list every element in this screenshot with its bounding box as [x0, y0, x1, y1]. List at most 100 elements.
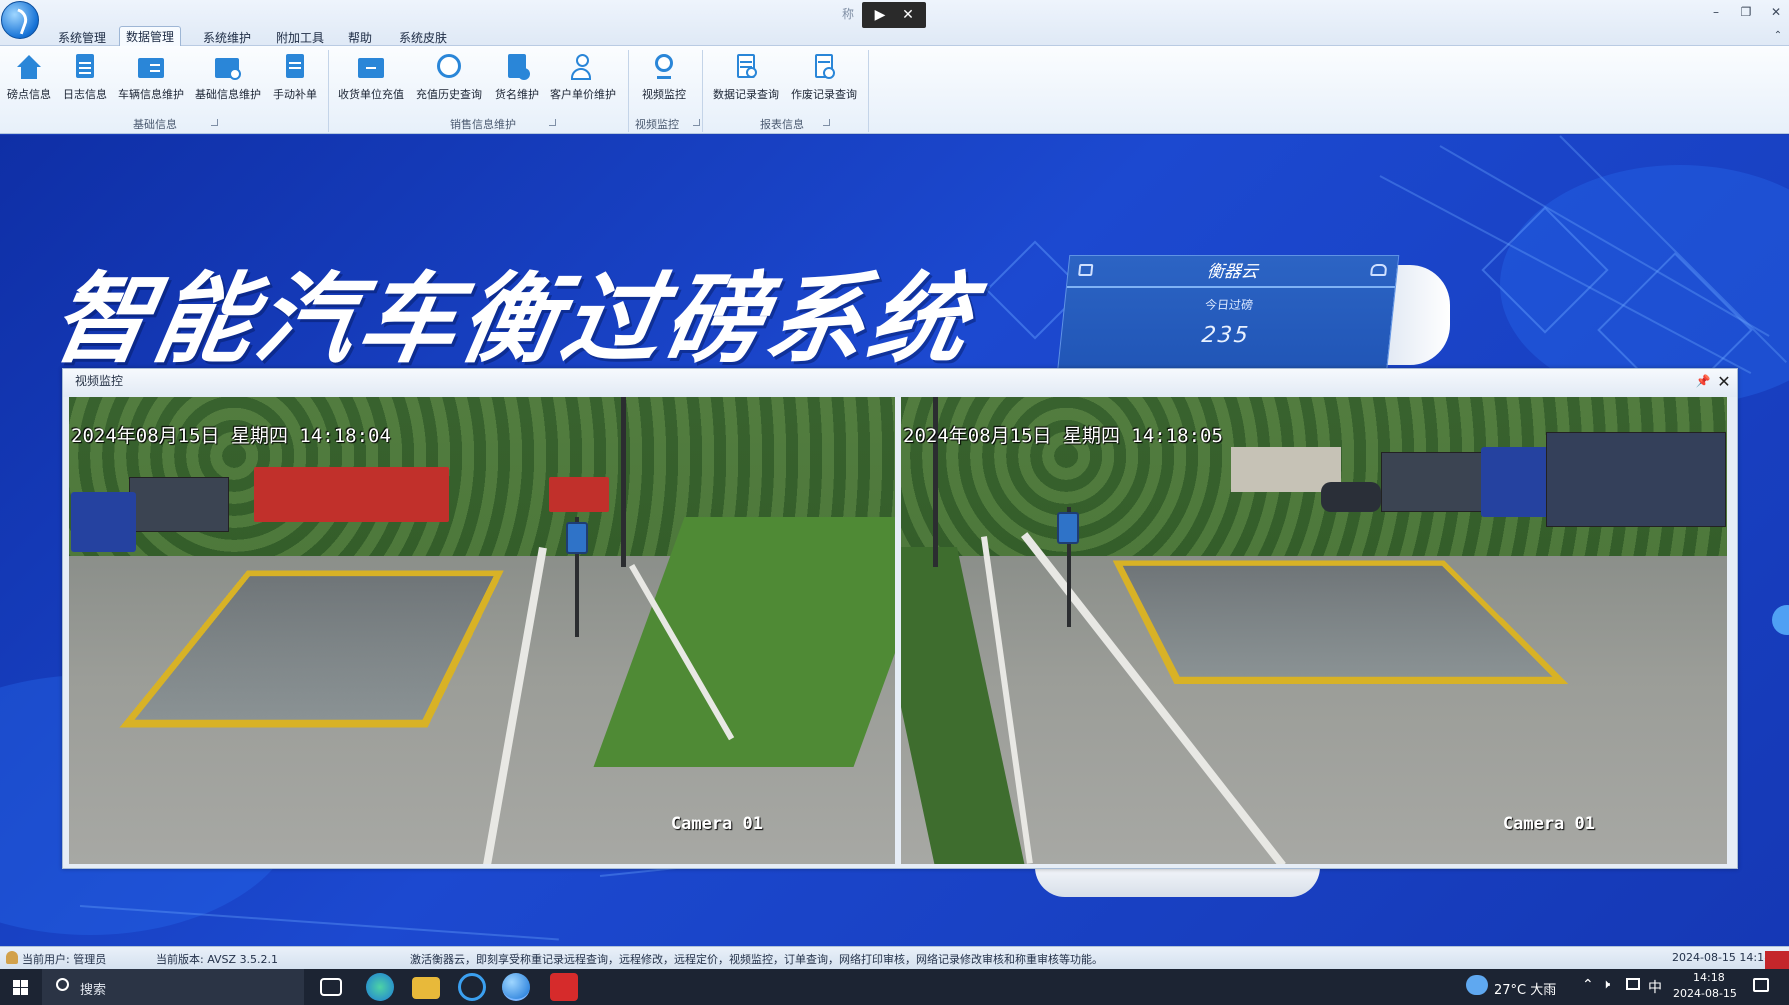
blue-truck	[71, 492, 136, 552]
recharge-history-button[interactable]: 充值历史查询	[413, 52, 485, 110]
weather-rain-icon[interactable]	[1466, 975, 1488, 995]
play-icon[interactable]: ▶	[870, 5, 890, 25]
cloud-card: 衡器云 今日过磅 235	[1056, 255, 1400, 375]
title-bar: 系统管理 数据管理 系统维护 附加工具 帮助 系统皮肤 称 ▶ ✕ – ❐ ✕ …	[0, 0, 1789, 48]
banner-title: 智能汽车衡过磅系统	[43, 263, 982, 377]
tab-data-management[interactable]: 数据管理	[119, 26, 182, 48]
restore-button[interactable]: ❐	[1736, 4, 1756, 20]
clock-date[interactable]: 2024-08-15	[1673, 987, 1737, 1000]
goods-name-maintenance-button[interactable]: 货名维护	[492, 52, 542, 110]
group-label-sales-info: 销售信息维护	[428, 116, 556, 132]
camera-feed[interactable]: 2024年08月15日 星期四 14:18:05 Camera 01	[901, 397, 1727, 864]
task-view-icon[interactable]	[320, 978, 342, 996]
ime-indicator[interactable]: 中	[1648, 977, 1662, 997]
consignee-recharge-button[interactable]: 收货单位充值	[336, 52, 406, 110]
document-search-icon	[213, 52, 243, 82]
dark-car	[1321, 482, 1381, 512]
weighing-point-info-button[interactable]: 磅点信息	[4, 52, 54, 110]
truck-cargo	[1546, 432, 1726, 527]
group-label-video: 视频监控	[632, 116, 700, 132]
system-tray: 27°C 大雨 ⌃ 🕨 中 14:18 2024-08-15	[1460, 969, 1789, 1005]
group-label-basic-info: 基础信息	[110, 116, 218, 132]
tab-add-on-tools[interactable]: 附加工具	[270, 28, 330, 48]
blue-truck	[1481, 447, 1551, 517]
notification-icon[interactable]	[1753, 978, 1769, 992]
group-launcher-icon[interactable]	[693, 119, 700, 126]
volume-icon[interactable]: 🕨	[1602, 977, 1610, 992]
close-recorder-icon[interactable]: ✕	[898, 5, 918, 25]
current-user: 当前用户: 管理员	[22, 953, 107, 966]
group-launcher-icon[interactable]	[211, 119, 218, 126]
search-placeholder: 搜索	[80, 983, 107, 998]
manual-supplement-button[interactable]: 手动补单	[270, 52, 320, 110]
group-separator	[868, 50, 869, 132]
app-logo-icon[interactable]	[1, 1, 39, 39]
truck-cargo	[129, 477, 229, 532]
expand-icon	[1078, 264, 1094, 276]
windows-taskbar: 搜索 27°C 大雨 ⌃ 🕨 中 14:18 2024-08-15	[0, 969, 1789, 1005]
camera-label: Camera 01	[1502, 814, 1595, 834]
data-record-query-button[interactable]: 数据记录查询	[710, 52, 782, 110]
status-bar: 当前用户: 管理员 当前版本: AVSZ 3.5.2.1 激活衡器云，即刻享受称…	[0, 946, 1789, 974]
tray-overflow-icon[interactable]: ⌃	[1582, 977, 1594, 993]
collapse-ribbon-button[interactable]: ⌃	[1768, 28, 1788, 44]
camera-label: Camera 01	[670, 814, 763, 834]
video-monitoring-window[interactable]: 视频监控 📌 ✕ 2024年08月15日 星期四 14:18:04 Camera…	[62, 368, 1738, 869]
card-reader-kiosk	[1057, 512, 1079, 544]
file-explorer-icon[interactable]	[412, 977, 440, 999]
group-launcher-icon[interactable]	[823, 119, 830, 126]
today-weigh-count: 235	[1200, 323, 1252, 348]
status-datetime: 2024-08-15 14:18	[1672, 951, 1772, 964]
windows-start-button[interactable]	[0, 969, 42, 1005]
edge-browser-icon[interactable]	[366, 973, 394, 1001]
network-icon[interactable]	[1626, 978, 1640, 990]
vehicle-card-icon	[136, 52, 166, 82]
side-bubble-icon	[1772, 605, 1789, 635]
home-icon	[14, 52, 44, 82]
cloud-card-subtitle: 今日过磅	[1204, 298, 1254, 312]
clock-time[interactable]: 14:18	[1693, 971, 1725, 984]
customer-price-maintenance-button[interactable]: 客户单价维护	[547, 52, 619, 110]
screen-recorder-controls: ▶ ✕	[862, 2, 926, 28]
video-timestamp: 2024年08月15日 星期四 14:18:04	[71, 425, 391, 447]
user-icon	[6, 951, 18, 964]
void-record-query-button[interactable]: 作废记录查询	[788, 52, 860, 110]
basic-info-maintenance-button[interactable]: 基础信息维护	[193, 52, 263, 110]
phone-illustration-bottom	[1035, 865, 1320, 897]
cloud-activation-notice[interactable]: 激活衡器云，即刻享受称重记录远程查询，远程修改，远程定价，视频监控，订单查询，网…	[410, 951, 1103, 967]
cloud-card-title: 衡器云	[1066, 256, 1399, 288]
browser-search-icon[interactable]	[458, 973, 486, 1001]
search-icon	[56, 978, 69, 991]
tab-system-management[interactable]: 系统管理	[52, 28, 112, 48]
group-launcher-icon[interactable]	[549, 119, 556, 126]
group-separator	[628, 50, 629, 132]
card-reader-kiosk	[566, 522, 588, 554]
log-info-button[interactable]: 日志信息	[60, 52, 110, 110]
video-monitoring-button[interactable]: 视频监控	[636, 52, 692, 110]
light-pole	[621, 397, 626, 567]
tab-help[interactable]: 帮助	[342, 28, 378, 48]
group-separator	[702, 50, 703, 132]
wps-office-icon[interactable]	[550, 973, 578, 1001]
close-icon[interactable]: ✕	[1715, 373, 1733, 391]
video-timestamp: 2024年08月15日 星期四 14:18:05	[903, 425, 1223, 447]
goods-settings-icon	[502, 52, 532, 82]
current-version: 当前版本: AVSZ 3.5.2.1	[156, 953, 279, 966]
pin-icon[interactable]: 📌	[1695, 373, 1711, 389]
weather-text[interactable]: 27°C 大雨	[1494, 979, 1556, 998]
taskbar-search-box[interactable]: 搜索	[42, 969, 304, 1005]
coin-clock-icon	[434, 52, 464, 82]
void-document-icon	[809, 52, 839, 82]
weighbridge-app-icon[interactable]	[502, 973, 530, 1001]
minimize-button[interactable]: –	[1706, 4, 1726, 20]
camera-feed[interactable]: 2024年08月15日 星期四 14:18:04 Camera 01	[69, 397, 895, 864]
vehicle-info-button[interactable]: 车辆信息维护	[116, 52, 186, 110]
yen-card-icon	[356, 52, 386, 82]
webcam-icon	[649, 52, 679, 82]
tab-system-maintenance[interactable]: 系统维护	[197, 28, 257, 48]
record-search-icon	[731, 52, 761, 82]
tab-system-skin[interactable]: 系统皮肤	[393, 28, 453, 48]
close-window-button[interactable]: ✕	[1766, 4, 1786, 20]
group-separator	[328, 50, 329, 132]
video-window-title: 视频监控	[63, 369, 1737, 397]
